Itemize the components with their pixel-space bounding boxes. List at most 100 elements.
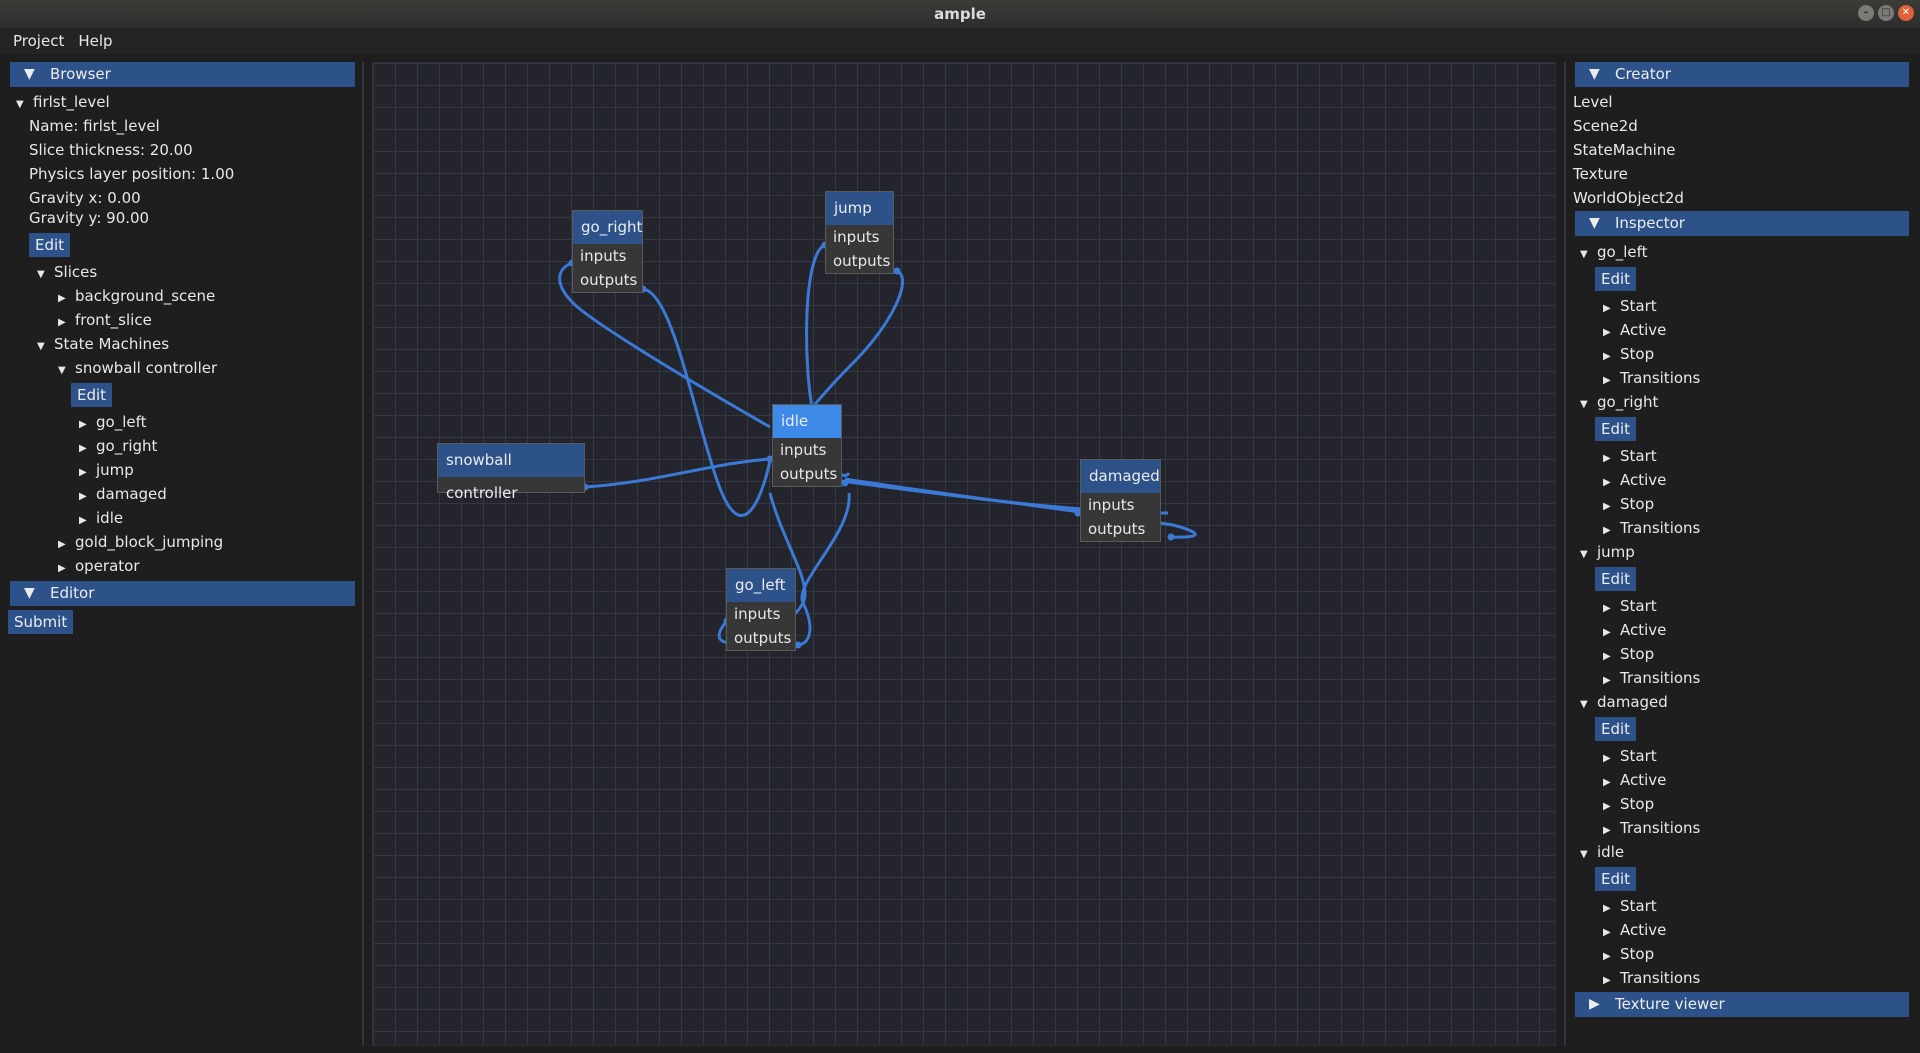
close-icon[interactable]: ✕ <box>1898 5 1914 21</box>
state-machine-edit-button[interactable]: Edit <box>71 383 113 407</box>
inspector-state[interactable]: ▼ go_right <box>1580 390 1658 414</box>
node-inputs-port[interactable]: inputs <box>773 438 841 462</box>
inspector-edit-button[interactable]: Edit <box>1595 267 1637 291</box>
texture-viewer-header[interactable]: ▶ Texture viewer <box>1575 992 1909 1017</box>
state-node-go-right[interactable]: go_right inputs outputs <box>572 210 643 293</box>
inspector-state[interactable]: ▼ jump <box>1580 540 1635 564</box>
expanded-triangle-icon: ▼ <box>1580 399 1588 410</box>
inspector-child[interactable]: ▶ Transitions <box>1603 666 1700 690</box>
tree-item-state[interactable]: ▶ damaged <box>79 482 167 506</box>
inspector-child[interactable]: ▶ Start <box>1603 894 1657 918</box>
left-splitter[interactable] <box>362 62 364 1046</box>
editor-header[interactable]: ▼ Editor <box>10 581 355 606</box>
state-node-go-left[interactable]: go_left inputs outputs <box>726 568 796 651</box>
node-graph-canvas[interactable]: go_right inputs outputs jump inputs outp… <box>372 62 1556 1046</box>
inspector-edit-button[interactable]: Edit <box>1595 417 1637 441</box>
inspector-child[interactable]: ▶ Transitions <box>1603 816 1700 840</box>
menu-help[interactable]: Help <box>71 32 119 50</box>
node-title: damaged <box>1081 460 1160 493</box>
expanded-triangle-icon: ▼ <box>1580 849 1588 860</box>
node-inputs-port[interactable]: inputs <box>727 602 795 626</box>
tree-item-state-machine[interactable]: ▼ snowball controller <box>58 356 217 380</box>
node-inputs-port[interactable]: inputs <box>1081 493 1160 517</box>
minimize-icon[interactable]: – <box>1858 5 1874 21</box>
state-machine-node-snowball-controller[interactable]: snowball controller <box>437 443 585 502</box>
maximize-icon[interactable]: □ <box>1878 5 1894 21</box>
inspector-state[interactable]: ▼ idle <box>1580 840 1624 864</box>
slice-label: background_scene <box>75 287 216 305</box>
tree-item-slices[interactable]: ▼ Slices <box>37 260 97 284</box>
inspector-edit-button[interactable]: Edit <box>1595 867 1637 891</box>
node-title: go_right <box>573 211 642 244</box>
inspector-child[interactable]: ▶ Active <box>1603 318 1666 342</box>
tree-item-level[interactable]: ▼ firlst_level <box>16 90 110 114</box>
inspector-child[interactable]: ▶ Transitions <box>1603 366 1700 390</box>
child-label: Start <box>1620 447 1657 465</box>
node-outputs-port[interactable]: outputs <box>1081 517 1160 541</box>
level-prop-slice-thickness: Slice thickness: 20.00 <box>29 141 193 159</box>
creator-header[interactable]: ▼ Creator <box>1575 62 1909 87</box>
state-label: damaged <box>96 485 167 503</box>
inspector-child[interactable]: ▶ Start <box>1603 744 1657 768</box>
node-outputs-port[interactable]: outputs <box>826 249 893 273</box>
child-label: Active <box>1620 321 1667 339</box>
tree-item-state[interactable]: ▶ go_right <box>79 434 157 458</box>
node-outputs-port[interactable]: outputs <box>573 268 642 292</box>
inspector-child[interactable]: ▶ Transitions <box>1603 966 1700 990</box>
inspector-edit-button[interactable]: Edit <box>1595 567 1637 591</box>
node-inputs-port[interactable]: inputs <box>573 244 642 268</box>
tree-item-state-machines[interactable]: ▼ State Machines <box>37 332 169 356</box>
inspector-child[interactable]: ▶ Transitions <box>1603 516 1700 540</box>
creator-item-worldobject2d[interactable]: WorldObject2d <box>1573 186 1684 210</box>
inspector-child[interactable]: ▶ Active <box>1603 918 1666 942</box>
state-node-idle[interactable]: idle inputs outputs <box>772 404 842 487</box>
level-edit-button[interactable]: Edit <box>29 233 71 257</box>
inspector-state[interactable]: ▼ go_left <box>1580 240 1648 264</box>
node-inputs-port[interactable]: inputs <box>826 225 893 249</box>
window-titlebar: ample – □ ✕ <box>0 0 1920 28</box>
menu-project[interactable]: Project <box>6 32 71 50</box>
inspector-child[interactable]: ▶ Start <box>1603 444 1657 468</box>
wire <box>642 287 772 517</box>
inspector-child[interactable]: ▶ Start <box>1603 294 1657 318</box>
level-prop-gravity-y: Gravity y: 90.00 <box>29 209 150 227</box>
creator-item-statemachine[interactable]: StateMachine <box>1573 138 1676 162</box>
inspector-child[interactable]: ▶ Stop <box>1603 792 1654 816</box>
expanded-triangle-icon: ▼ <box>37 269 45 280</box>
inspector-child[interactable]: ▶ Active <box>1603 618 1666 642</box>
node-outputs-port[interactable]: outputs <box>773 462 841 486</box>
inspector-child[interactable]: ▶ Start <box>1603 594 1657 618</box>
browser-header[interactable]: ▼ Browser <box>10 62 355 87</box>
inspector-child[interactable]: ▶ Active <box>1603 768 1666 792</box>
creator-item-level[interactable]: Level <box>1573 90 1613 114</box>
inspector-header[interactable]: ▼ Inspector <box>1575 211 1909 236</box>
tree-item-state-machine[interactable]: ▶ gold_block_jumping <box>58 530 223 554</box>
creator-item-scene2d[interactable]: Scene2d <box>1573 114 1638 138</box>
state-node-damaged[interactable]: damaged inputs outputs <box>1080 459 1161 542</box>
tree-item-slice[interactable]: ▶ front_slice <box>58 308 152 332</box>
child-label: Stop <box>1620 495 1655 513</box>
inspector-child[interactable]: ▶ Stop <box>1603 942 1654 966</box>
child-label: Transitions <box>1620 969 1701 987</box>
tree-item-state[interactable]: ▶ idle <box>79 506 123 530</box>
submit-button[interactable]: Submit <box>8 610 74 634</box>
state-label: go_right <box>96 437 158 455</box>
child-label: Active <box>1620 621 1667 639</box>
tree-item-slice[interactable]: ▶ background_scene <box>58 284 215 308</box>
wire <box>797 492 851 647</box>
inspector-edit-button[interactable]: Edit <box>1595 717 1637 741</box>
wire <box>584 457 771 489</box>
creator-item-texture[interactable]: Texture <box>1573 162 1628 186</box>
tree-item-state[interactable]: ▶ go_left <box>79 410 147 434</box>
collapsed-triangle-icon: ▶ <box>1603 975 1611 986</box>
inspector-child[interactable]: ▶ Stop <box>1603 642 1654 666</box>
inspector-child[interactable]: ▶ Stop <box>1603 492 1654 516</box>
tree-item-state-machine[interactable]: ▶ operator <box>58 554 140 578</box>
tree-item-state[interactable]: ▶ jump <box>79 458 134 482</box>
inspector-state[interactable]: ▼ damaged <box>1580 690 1668 714</box>
state-node-jump[interactable]: jump inputs outputs <box>825 191 894 274</box>
inspector-child[interactable]: ▶ Stop <box>1603 342 1654 366</box>
node-outputs-port[interactable]: outputs <box>727 626 795 650</box>
inspector-child[interactable]: ▶ Active <box>1603 468 1666 492</box>
node-title: snowball controller <box>438 444 584 502</box>
